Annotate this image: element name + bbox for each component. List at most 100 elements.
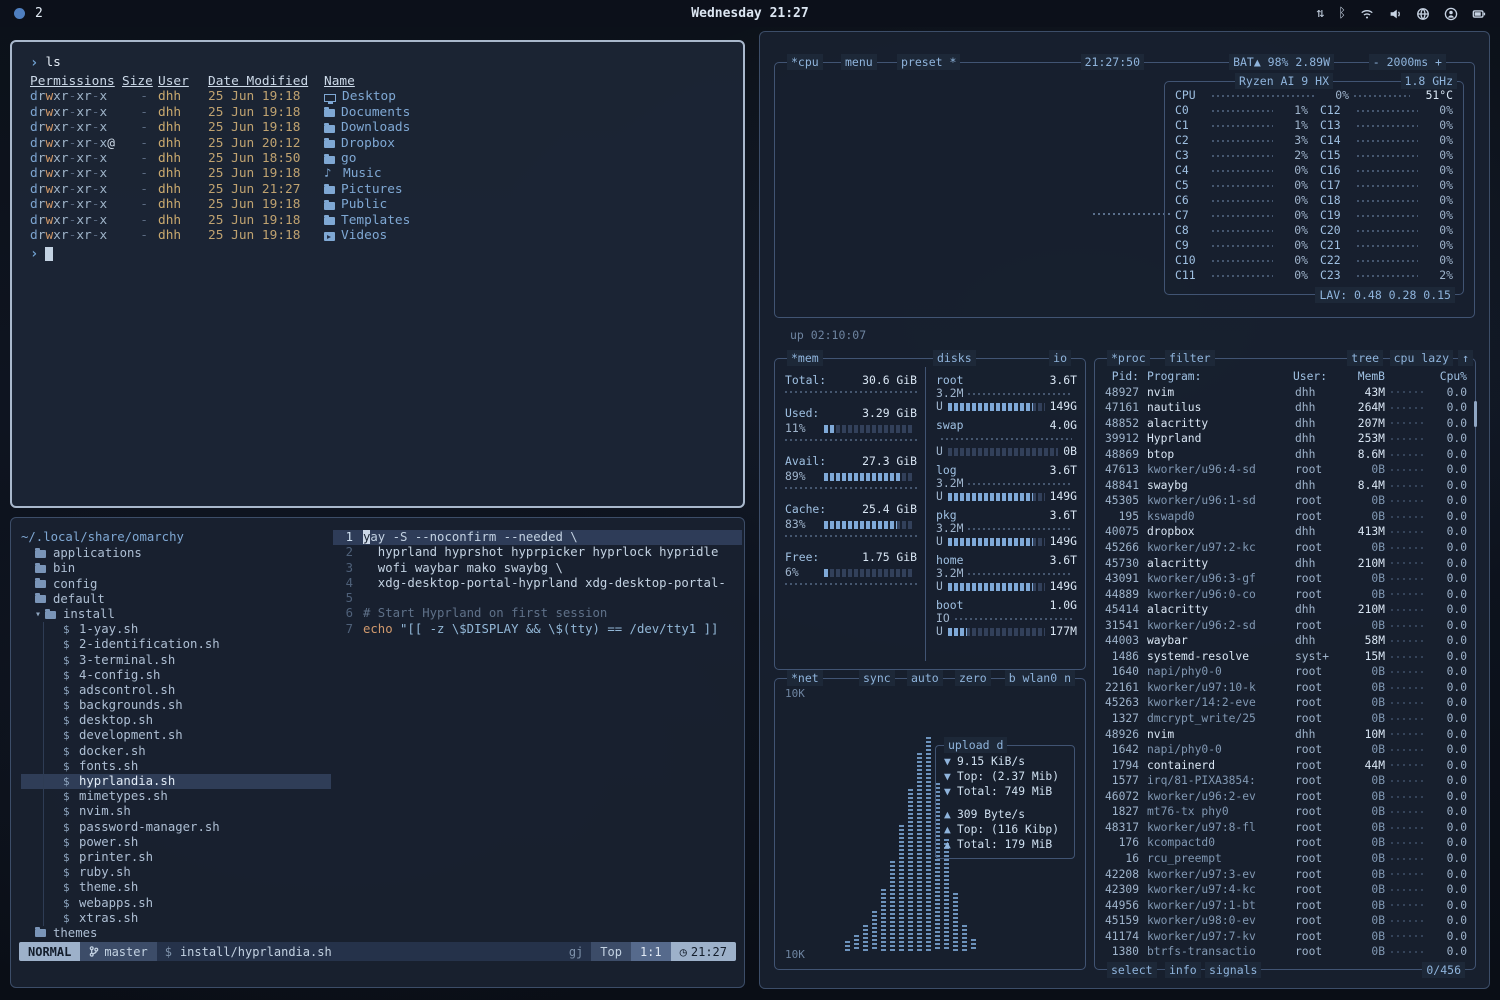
net-tab[interactable]: *net: [787, 670, 823, 686]
tree-item-printer-sh[interactable]: $printer.sh: [21, 850, 333, 865]
code-line[interactable]: 2 hyprland hyprshot hyprpicker hyprlock …: [333, 545, 742, 560]
tree-item-password-manager-sh[interactable]: $password-manager.sh: [21, 820, 333, 835]
code-line[interactable]: 6# Start Hyprland on first session: [333, 606, 742, 621]
preset-tab[interactable]: preset *: [897, 54, 960, 70]
tree-item-1-yay-sh[interactable]: $1-yay.sh: [21, 622, 333, 637]
process-row[interactable]: 44003waybardhh58M0.0: [1103, 633, 1467, 649]
proc-sort-mode[interactable]: cpu lazy: [1390, 350, 1453, 366]
code-line[interactable]: 3 wofi waybar mako swaybg \: [333, 561, 742, 576]
net-zero-toggle[interactable]: zero: [955, 670, 991, 686]
tree-item-webapps-sh[interactable]: $webapps.sh: [21, 896, 333, 911]
tree-item-4-config-sh[interactable]: $4-config.sh: [21, 668, 333, 683]
header-pid[interactable]: Pid:: [1103, 369, 1147, 385]
process-row[interactable]: 40075dropboxdhh413M0.0: [1103, 524, 1467, 540]
disks-tab[interactable]: disks: [933, 350, 976, 366]
process-row[interactable]: 42208kworker/u97:3-evroot0B0.0: [1103, 867, 1467, 883]
process-row[interactable]: 16rcu_preemptroot0B0.0: [1103, 851, 1467, 867]
refresh-interval[interactable]: - 2000ms +: [1369, 54, 1446, 70]
clock[interactable]: Wednesday 21:27: [0, 6, 1500, 21]
process-row[interactable]: 43091kworker/u96:3-gfroot0B0.0: [1103, 571, 1467, 587]
proc-scroll-up[interactable]: ↑: [1458, 350, 1473, 366]
header-mem[interactable]: MemB: [1343, 369, 1385, 385]
tree-item-install[interactable]: ▾install: [21, 607, 333, 622]
process-row[interactable]: 45414alacrittydhh210M0.0: [1103, 602, 1467, 618]
tree-item-theme-sh[interactable]: $theme.sh: [21, 880, 333, 895]
launcher-icon[interactable]: [14, 8, 25, 19]
process-row[interactable]: 1640napi/phy0-0root0B0.0: [1103, 664, 1467, 680]
volume-icon[interactable]: [1388, 7, 1402, 21]
process-row[interactable]: 39912Hyprlanddhh253M0.0: [1103, 431, 1467, 447]
tree-item-mimetypes-sh[interactable]: $mimetypes.sh: [21, 789, 333, 804]
process-row[interactable]: 42309kworker/u97:4-kcroot0B0.0: [1103, 882, 1467, 898]
tree-item-backgrounds-sh[interactable]: $backgrounds.sh: [21, 698, 333, 713]
process-row[interactable]: 46072kworker/u96:2-evroot0B0.0: [1103, 789, 1467, 805]
net-interface[interactable]: b wlan0 n: [1005, 670, 1075, 686]
network-icon[interactable]: [1416, 7, 1430, 21]
tree-item-hyprlandia-sh[interactable]: $hyprlandia.sh: [21, 774, 331, 789]
process-row[interactable]: 44956kworker/u97:1-btroot0B0.0: [1103, 898, 1467, 914]
process-row[interactable]: 45266kworker/u97:2-kcroot0B0.0: [1103, 540, 1467, 556]
process-row[interactable]: 48926nvimdhh10M0.0: [1103, 727, 1467, 743]
git-branch[interactable]: master: [80, 942, 156, 961]
cpu-tab[interactable]: *cpu: [787, 54, 823, 70]
tree-item-bin[interactable]: bin: [21, 561, 333, 576]
process-row[interactable]: 45305kworker/u96:1-sdroot0B0.0: [1103, 493, 1467, 509]
code-pane[interactable]: 1yay -S --noconfirm --needed \2 hyprland…: [333, 518, 742, 939]
tree-item-adscontrol-sh[interactable]: $adscontrol.sh: [21, 683, 333, 698]
tree-item-config[interactable]: config: [21, 577, 333, 592]
proc-filter[interactable]: filter: [1165, 350, 1215, 366]
process-row[interactable]: 48869btopdhh8.6M0.0: [1103, 447, 1467, 463]
tree-item-2-identification-sh[interactable]: $2-identification.sh: [21, 637, 333, 652]
process-row[interactable]: 45263kworker/14:2-everoot0B0.0: [1103, 695, 1467, 711]
process-row[interactable]: 1486systemd-resolvesyst+15M0.0: [1103, 649, 1467, 665]
process-row[interactable]: 41174kworker/u97:7-kvroot0B0.0: [1103, 929, 1467, 945]
process-row[interactable]: 44889kworker/u96:0-coroot0B0.0: [1103, 587, 1467, 603]
process-row[interactable]: 45730alacrittydhh210M0.0: [1103, 556, 1467, 572]
header-cpu[interactable]: Cpu%: [1433, 369, 1467, 385]
process-row[interactable]: 1327dmcrypt_write/25root0B0.0: [1103, 711, 1467, 727]
process-row[interactable]: 195kswapd0root0B0.0: [1103, 509, 1467, 525]
tree-item-nvim-sh[interactable]: $nvim.sh: [21, 804, 333, 819]
tree-item-3-terminal-sh[interactable]: $3-terminal.sh: [21, 653, 333, 668]
process-row[interactable]: 1642napi/phy0-0root0B0.0: [1103, 742, 1467, 758]
process-row[interactable]: 176kcompactd0root0B0.0: [1103, 835, 1467, 851]
proc-tab[interactable]: *proc: [1107, 350, 1150, 366]
code-line[interactable]: 5: [333, 591, 742, 606]
process-row[interactable]: 47161nautilusdhh264M0.0: [1103, 400, 1467, 416]
user-icon[interactable]: [1444, 7, 1458, 21]
process-row[interactable]: 1794containerdroot44M0.0: [1103, 758, 1467, 774]
tree-item-ruby-sh[interactable]: $ruby.sh: [21, 865, 333, 880]
process-row[interactable]: 1827mt76-tx phy0root0B0.0: [1103, 804, 1467, 820]
process-row[interactable]: 1577irq/81-PIXA3854:root0B0.0: [1103, 773, 1467, 789]
process-row[interactable]: 48927nvimdhh43M0.0: [1103, 385, 1467, 401]
terminal-window[interactable]: › ls Permissions Size User Date Modified…: [10, 40, 745, 508]
tree-item-xtras-sh[interactable]: $xtras.sh: [21, 911, 333, 926]
io-tab[interactable]: io: [1049, 350, 1071, 366]
process-row[interactable]: 31541kworker/u96:2-sdroot0B0.0: [1103, 618, 1467, 634]
tree-item-applications[interactable]: applications: [21, 546, 333, 561]
process-row[interactable]: 48317kworker/u97:8-flroot0B0.0: [1103, 820, 1467, 836]
editor-window[interactable]: ~/.local/share/omarchy applicationsbinco…: [10, 517, 745, 988]
code-line[interactable]: 4 xdg-desktop-portal-hyprland xdg-deskto…: [333, 576, 742, 591]
updates-icon[interactable]: ⇅: [1316, 7, 1324, 21]
tree-item-development-sh[interactable]: $development.sh: [21, 728, 333, 743]
tree-item-power-sh[interactable]: $power.sh: [21, 835, 333, 850]
header-program[interactable]: Program:: [1147, 369, 1293, 385]
menu-tab[interactable]: menu: [841, 54, 877, 70]
process-row[interactable]: 45159kworker/u98:0-evroot0B0.0: [1103, 913, 1467, 929]
tree-item-fonts-sh[interactable]: $fonts.sh: [21, 759, 333, 774]
terminal-input-line[interactable]: ›: [30, 245, 725, 262]
mem-tab[interactable]: *mem: [787, 350, 823, 366]
code-line[interactable]: 7echo "[[ -z \$DISPLAY && \$(tty) == /de…: [333, 622, 742, 637]
process-row[interactable]: 47613kworker/u96:4-sdroot0B0.0: [1103, 462, 1467, 478]
battery-icon[interactable]: [1472, 7, 1486, 21]
code-line[interactable]: 1yay -S --noconfirm --needed \: [333, 530, 742, 545]
process-row[interactable]: 1380btrfs-transactioroot0B0.0: [1103, 944, 1467, 960]
tree-item-themes[interactable]: themes: [21, 926, 333, 939]
tree-item-docker-sh[interactable]: $docker.sh: [21, 744, 333, 759]
process-row[interactable]: 48841swaybgdhh8.4M0.0: [1103, 478, 1467, 494]
tree-item-desktop-sh[interactable]: $desktop.sh: [21, 713, 333, 728]
process-row[interactable]: 48852alacrittydhh207M0.0: [1103, 416, 1467, 432]
bluetooth-icon[interactable]: ᛒ: [1338, 7, 1346, 21]
proc-select-button[interactable]: select: [1107, 962, 1157, 978]
